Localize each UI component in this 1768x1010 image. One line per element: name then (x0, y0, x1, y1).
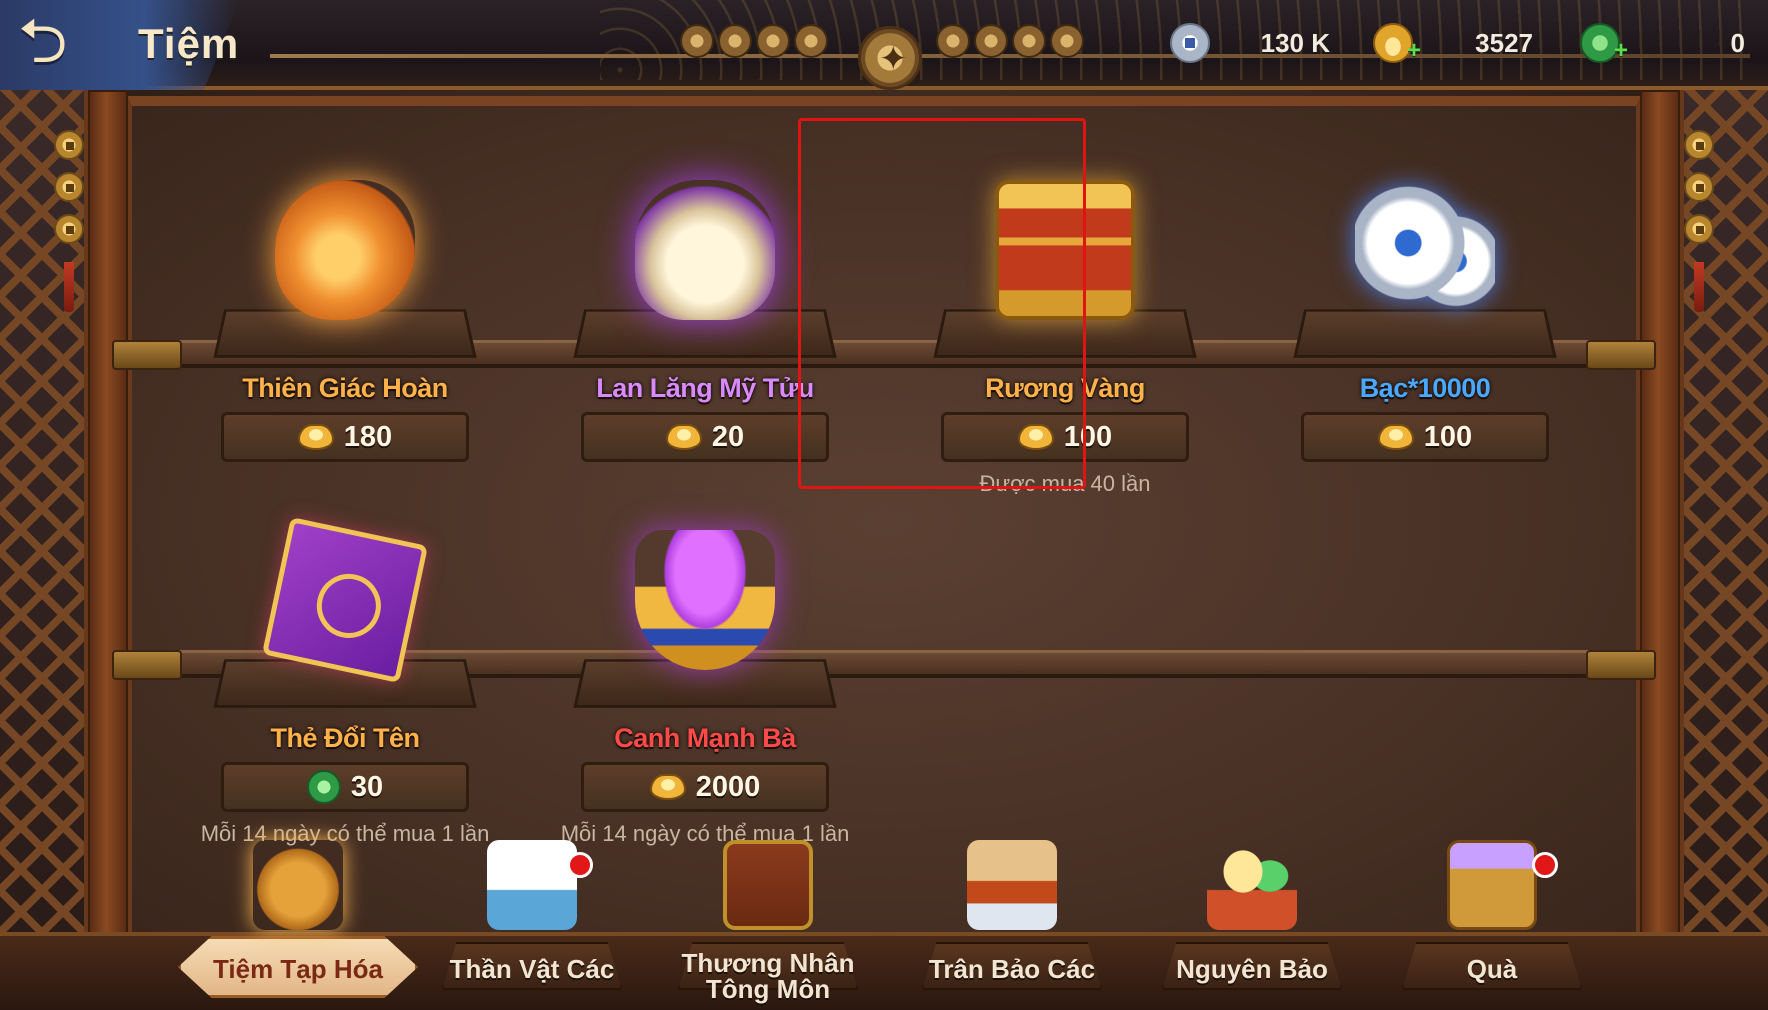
highlight-box (798, 118, 1086, 489)
tassel-icon (64, 262, 74, 312)
price-button[interactable]: 180 (221, 412, 469, 462)
page-title: Tiệm (138, 20, 240, 67)
coin-ornament-icon (54, 214, 84, 244)
left-coin-chain (54, 130, 84, 312)
tab-label: Thần Vật Các (449, 954, 615, 984)
coin-ornament-icon (54, 130, 84, 160)
gold-currency: + 3527 (1373, 20, 1538, 66)
notification-dot-icon (1532, 852, 1558, 878)
tab-tiem-tap-hoa[interactable]: Tiệm Tạp Hóa (178, 840, 418, 1010)
item-price: 2000 (695, 770, 761, 803)
price-button[interactable]: 100 (1301, 412, 1549, 462)
price-button[interactable]: 20 (581, 412, 829, 462)
bottom-tab-bar: Tiệm Tạp Hóa Thần Vật Các Thương Nhân Tô… (0, 840, 1768, 1010)
shop-item-canh-manh-ba[interactable]: Canh Mạnh Bà 2000 Mỗi 14 ngày có thể mua… (555, 490, 855, 846)
silver-coin-icon (1170, 23, 1210, 63)
item-name: Canh Mạnh Bà (614, 723, 796, 753)
coin-ornament-icon (1684, 172, 1714, 202)
item-price: 100 (1423, 420, 1473, 453)
price-button[interactable]: 30 (221, 762, 469, 812)
tassel-icon (1694, 262, 1704, 312)
shelf-bracket-icon (1586, 340, 1656, 370)
coin-ornament-icon (974, 24, 1008, 58)
item-price: 30 (350, 770, 384, 803)
wine-vase-icon (635, 180, 775, 320)
item-price: 20 (711, 420, 745, 453)
tab-label: Tiệm Tạp Hóa (212, 954, 383, 984)
ingot-pile-icon (1207, 840, 1297, 930)
shelf-bracket-icon (1586, 650, 1656, 680)
silver-currency: 130 K (1170, 20, 1335, 66)
item-name: Thiên Giác Hoàn (242, 373, 448, 403)
notification-dot-icon (567, 852, 593, 878)
jade-amulet-icon (275, 180, 415, 320)
shop-screen: ⮌ Tiệm ✦ 130 K + 3527 + 0 Thiên Giác Hoà… (0, 0, 1768, 1010)
left-pillar (88, 90, 128, 940)
gold-ingot-icon (649, 774, 686, 800)
tab-tran-bao-cac[interactable]: Trân Bảo Các (912, 840, 1112, 1010)
treasure-scrolls-icon (967, 840, 1057, 930)
jade-currency: + 0 (1580, 20, 1750, 66)
center-medal-icon: ✦ (858, 26, 922, 90)
item-name: Bạc*10000 (1359, 373, 1491, 403)
right-coin-chain (1684, 130, 1714, 312)
tab-thuong-nhan-tong-mon[interactable]: Thương Nhân Tông Môn (668, 840, 868, 1010)
coin-ornament-icon (1684, 214, 1714, 244)
shop-item-bac-10000[interactable]: Bạc*10000 100 (1275, 140, 1575, 470)
shop-item-the-doi-ten[interactable]: Thẻ Đổi Tên 30 Mỗi 14 ngày có thể mua 1 … (195, 490, 495, 846)
coin-ornament-icon (680, 24, 714, 58)
tab-label: Nguyên Bảo (1176, 954, 1328, 984)
coin-row-left (680, 24, 828, 64)
gold-amount: 3527 (1475, 28, 1533, 58)
tab-label: Trân Bảo Các (928, 954, 1096, 984)
tab-than-vat-cac[interactable]: Thần Vật Các (432, 840, 632, 1010)
fox-statue-icon (487, 840, 577, 930)
jade-amount: 0 (1730, 28, 1745, 58)
coin-ornament-icon (718, 24, 752, 58)
tab-nguyen-bao[interactable]: Nguyên Bảo (1152, 840, 1352, 1010)
coin-ornament-icon (936, 24, 970, 58)
price-button[interactable]: 2000 (581, 762, 829, 812)
soup-bowl-icon (635, 530, 775, 670)
coin-ornament-icon (54, 172, 84, 202)
gold-ingot-icon (1377, 424, 1414, 450)
shelf-bracket-icon (112, 340, 182, 370)
add-jade-icon[interactable]: + (1614, 37, 1628, 65)
coin-ornament-icon (1684, 130, 1714, 160)
coin-row-right (936, 24, 1084, 64)
coin-ornament-icon (1050, 24, 1084, 58)
back-arrow-icon[interactable]: ⮌ (18, 11, 98, 73)
coin-ornament-icon (756, 24, 790, 58)
silver-coins-icon (1355, 180, 1495, 320)
top-bar: ⮌ Tiệm ✦ 130 K + 3527 + 0 (0, 0, 1768, 90)
tab-qua[interactable]: Quà (1392, 840, 1592, 1010)
right-pillar (1640, 90, 1680, 940)
shelf-bracket-icon (112, 650, 182, 680)
sect-banner-icon (723, 840, 813, 930)
gold-ingot-icon (297, 424, 334, 450)
item-name: Thẻ Đổi Tên (270, 723, 421, 753)
coin-ornament-icon (794, 24, 828, 58)
tab-label: Quà (1466, 954, 1518, 984)
grocery-bag-icon (253, 840, 343, 930)
jade-icon: + (1580, 23, 1628, 64)
coin-ornament-icon (1012, 24, 1046, 58)
rename-card-icon (261, 516, 429, 684)
add-gold-icon[interactable]: + (1407, 37, 1421, 65)
gold-ingot-icon: + (1373, 23, 1421, 64)
item-price: 180 (343, 420, 393, 453)
jade-icon (306, 770, 341, 804)
silver-amount: 130 K (1260, 28, 1330, 58)
gold-ingot-icon (665, 424, 702, 450)
gift-box-icon (1447, 840, 1537, 930)
tab-label: Thương Nhân Tông Môn (681, 948, 855, 1004)
shop-item-thien-giac-hoan[interactable]: Thiên Giác Hoàn 180 (195, 140, 495, 470)
